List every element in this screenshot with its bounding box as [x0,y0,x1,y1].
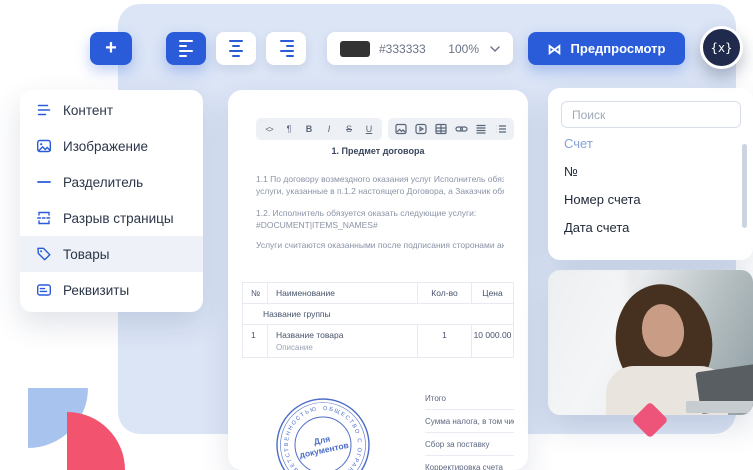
document-paragraph: услуги, указанные в п.1.2 настоящего Дог… [256,186,504,196]
document-section-heading: 1. Предмет договора [228,146,528,156]
text-format-group: <> ¶ B I S U [256,118,382,140]
sidebar-item-products[interactable]: Товары [20,236,203,272]
total-row: Корректировка счета [425,456,514,470]
sidebar-item-label: Разделитель [63,175,143,190]
fields-scrollbar[interactable] [742,144,747,228]
field-item-schet[interactable]: Счет [564,136,593,151]
code-icon[interactable]: <> [260,121,278,137]
list-icon[interactable] [492,121,510,137]
align-left-button[interactable] [166,32,206,65]
underline-icon[interactable]: U [360,121,378,137]
sidebar-item-details[interactable]: Реквизиты [20,272,203,308]
color-picker-control[interactable]: #333333 100% [327,32,513,65]
sidebar-item-label: Изображение [63,139,148,154]
col-header-name: Наименование [268,283,418,303]
totals-list: Итого Сумма налога, в том числе Сбор за … [425,387,514,470]
image-icon[interactable] [392,121,410,137]
add-button[interactable]: + [90,32,132,65]
sidebar-item-page-break[interactable]: Разрыв страницы [20,200,203,236]
search-input[interactable] [561,101,741,128]
preview-button[interactable]: ⋈ Предпросмотр [528,32,685,65]
table-group-row: Название группы [242,304,514,325]
align-left-icon [179,38,194,59]
insert-group [388,118,514,140]
editor-toolbar: <> ¶ B I S U [256,118,514,140]
paragraph-icon[interactable]: ¶ [280,121,298,137]
company-stamp: ОБЩЕСТВО С ОГРАНИЧЕННОЙ ОТВЕТСТВЕННОСТЬЮ… [268,390,378,470]
bold-icon[interactable]: B [300,121,318,137]
link-icon[interactable] [452,121,470,137]
document-paragraph: 1.2. Исполнитель обязуется оказать следу… [256,208,504,218]
preview-icon: ⋈ [548,42,562,56]
total-row: Сумма налога, в том числе [425,410,514,433]
align-center-button[interactable] [216,32,256,65]
field-item-number-sign[interactable]: № [564,164,578,179]
tag-icon [36,246,52,262]
document-variable: #DOCUMENT|ITEMS_NAMES# [256,220,504,230]
col-header-price: Цена [472,283,514,303]
fields-panel: Счет № Номер счета Дата счета [548,88,753,260]
table-header-row: № Наименование Кол-во Цена [242,283,514,304]
divider-icon [36,174,52,190]
field-item-invoice-date[interactable]: Дата счета [564,220,629,235]
sidebar-item-label: Разрыв страницы [63,211,174,226]
document-editor-card: <> ¶ B I S U [228,90,528,470]
decor-pink-shape [67,412,125,470]
col-header-num: № [242,283,268,303]
opacity-value: 100% [448,42,479,56]
details-icon [36,282,52,298]
total-row: Итого [425,387,514,410]
content-icon [36,102,52,118]
col-header-qty: Кол-во [418,283,472,303]
sidebar-item-label: Товары [63,247,109,262]
table-row: 1 Название товара Описание 1 10 000.00 [242,325,514,358]
page-break-icon [36,210,52,226]
strikethrough-icon[interactable]: S [340,121,358,137]
align-center-icon [229,38,244,59]
video-icon[interactable] [412,121,430,137]
color-hex-label: #333333 [379,42,426,56]
sidebar-item-divider[interactable]: Разделитель [20,164,203,200]
image-icon [36,138,52,154]
product-description: Описание [276,343,417,352]
cell-name: Название товара Описание [268,325,418,357]
sidebar-item-image[interactable]: Изображение [20,128,203,164]
table-icon[interactable] [432,121,450,137]
preview-label: Предпросмотр [571,41,666,56]
field-item-invoice-number[interactable]: Номер счета [564,192,641,207]
app: + #333333 100% ⋈ Предпросмотр {x} Контен… [0,0,753,470]
cell-qty: 1 [418,325,472,357]
product-name: Название товара [276,330,417,340]
justify-icon[interactable] [472,121,490,137]
align-right-icon [279,38,294,59]
color-swatch[interactable] [340,41,370,57]
italic-icon[interactable]: I [320,121,338,137]
items-table: № Наименование Кол-во Цена Название груп… [242,282,514,358]
photo-woman-laptop [548,270,753,415]
variables-badge[interactable]: {x} [700,26,743,69]
total-row: Сбор за поставку [425,433,514,456]
photo-laptop-base [686,401,753,413]
sidebar-item-content[interactable]: Контент [20,92,203,128]
align-right-button[interactable] [266,32,306,65]
sidebar-item-label: Реквизиты [63,283,129,298]
cell-num: 1 [242,325,268,357]
cell-price: 10 000.00 [472,325,514,357]
chevron-down-icon[interactable] [490,46,500,52]
document-paragraph: 1.1 По договору возмездного оказания усл… [256,174,504,184]
block-menu: Контент Изображение Разделитель [20,90,203,312]
sidebar-item-label: Контент [63,103,113,118]
document-paragraph: Услуги считаются оказанными после подпис… [256,240,504,250]
